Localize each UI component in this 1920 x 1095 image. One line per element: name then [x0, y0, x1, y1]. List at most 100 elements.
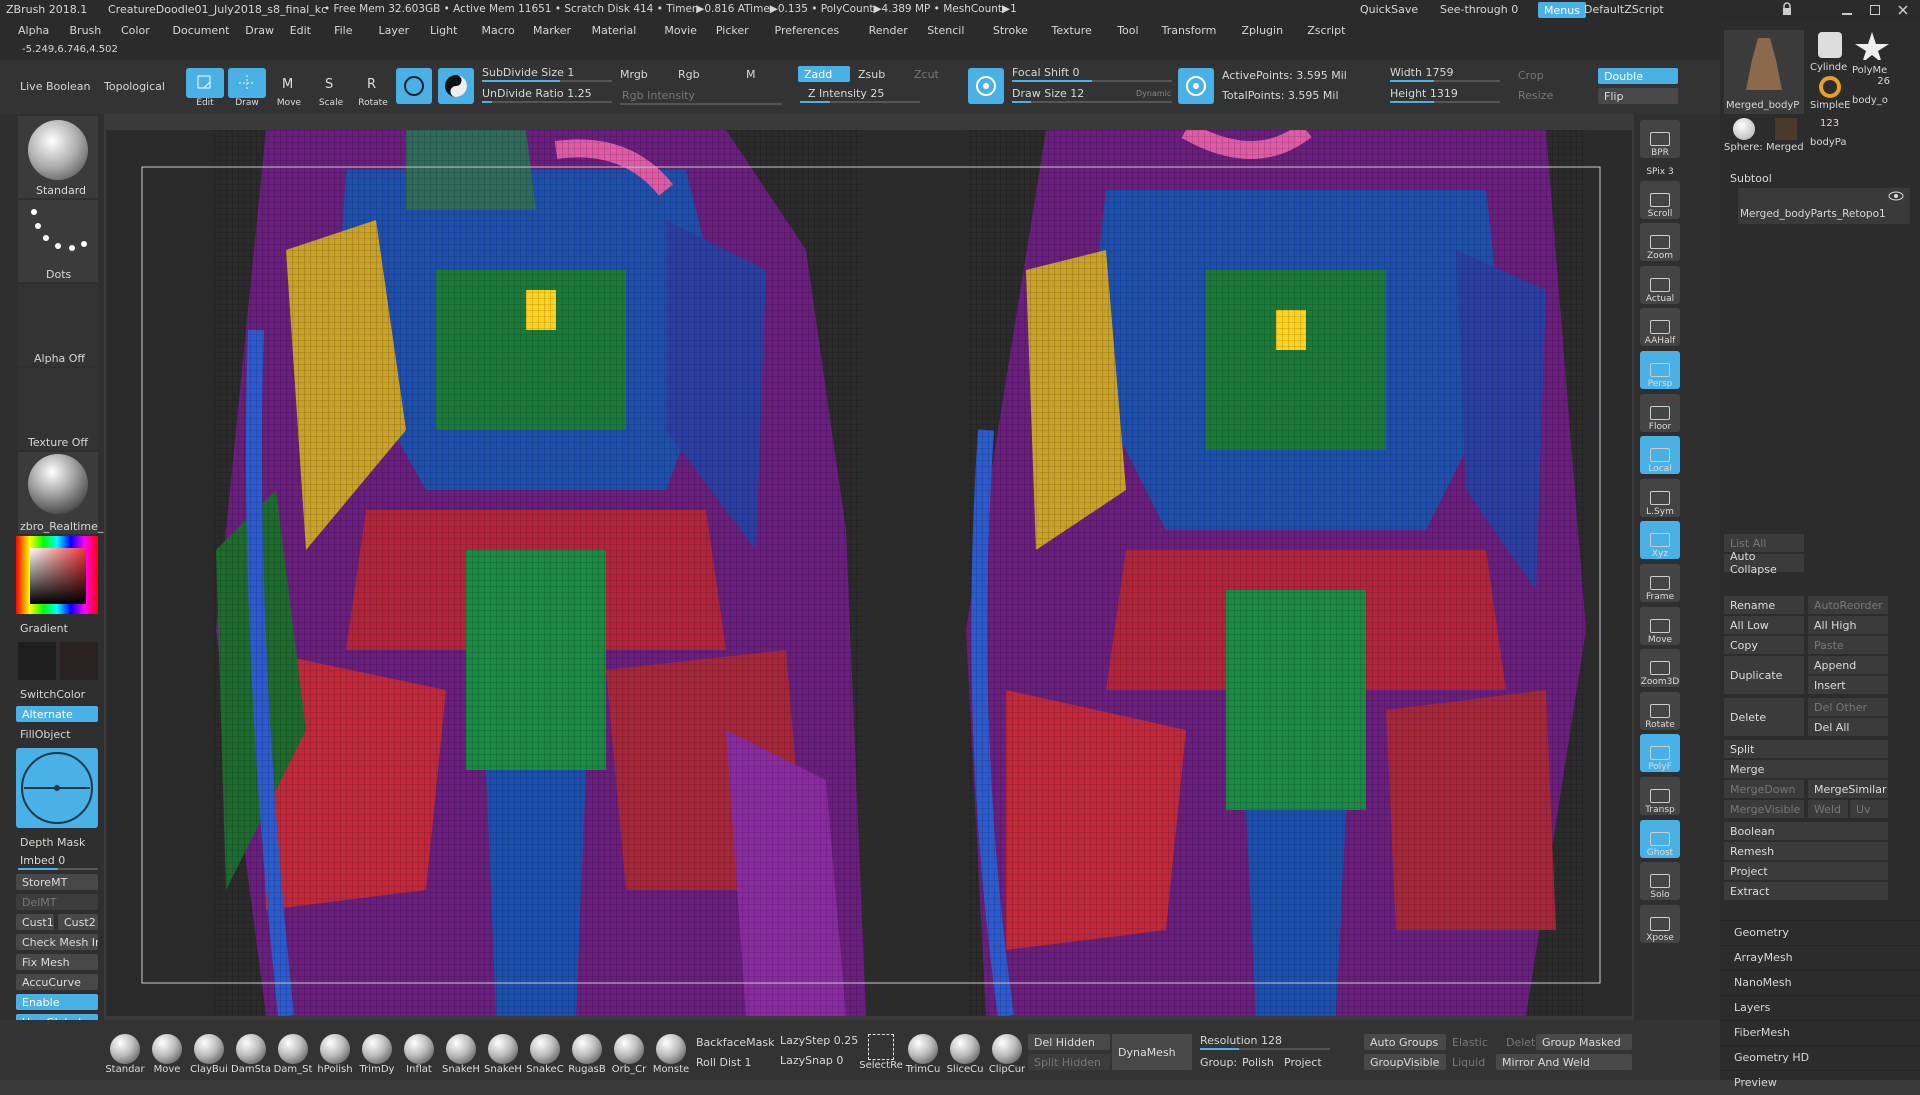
current-tool-thumbnail[interactable]: Merged_bodyP [1724, 30, 1804, 114]
tool-bodyparts[interactable]: 123 bodyPa [1810, 118, 1850, 160]
menu-marker[interactable]: Marker [533, 24, 571, 37]
brush-picker[interactable]: Standard [18, 116, 98, 198]
mergesimilar-button[interactable]: MergeSimilar [1808, 780, 1888, 798]
shelf-actual-button[interactable]: Actual [1640, 265, 1680, 304]
project-button[interactable]: Project [1284, 1056, 1322, 1069]
polish-button[interactable]: Polish [1242, 1056, 1274, 1069]
menu-document[interactable]: Document [173, 24, 230, 37]
section-geometry[interactable]: Geometry [1720, 920, 1920, 945]
lazysnap-slider[interactable]: LazySnap 0 [780, 1054, 843, 1067]
shelf-transp-button[interactable]: Transp [1640, 777, 1680, 815]
focal-shift-slider[interactable]: Focal Shift 0 [1012, 66, 1080, 79]
brush-slot[interactable]: Standar [104, 1034, 146, 1075]
menu-stencil[interactable]: Stencil [927, 24, 964, 37]
menu-macro[interactable]: Macro [482, 24, 515, 37]
section-nanomesh[interactable]: NanoMesh [1720, 970, 1920, 995]
z-intensity-slider[interactable]: Z Intensity 25 [808, 87, 884, 100]
doc-height-slider[interactable]: Height 1319 [1390, 87, 1458, 100]
menu-light[interactable]: Light [430, 24, 457, 37]
draw-size-slider[interactable]: Draw Size 12 [1012, 87, 1084, 100]
brush-slot[interactable]: Monste [650, 1034, 692, 1075]
backface-mask-button[interactable]: BackfaceMask [696, 1036, 774, 1049]
lock-icon[interactable] [1780, 2, 1794, 16]
secondary-color-swatch[interactable] [60, 642, 98, 680]
project-section[interactable]: Project [1724, 862, 1888, 880]
shelf-floor-button[interactable]: Floor [1640, 393, 1680, 432]
shelf-scroll-button[interactable]: Scroll [1640, 180, 1680, 219]
fix-mesh-button[interactable]: Fix Mesh [16, 954, 98, 970]
del-hidden-button[interactable]: Del Hidden [1028, 1034, 1110, 1050]
menu-layer[interactable]: Layer [379, 24, 410, 37]
resize-button[interactable]: Resize [1518, 89, 1553, 102]
del-other-button[interactable]: Del Other [1808, 698, 1888, 716]
brush-slot[interactable]: Inflat [398, 1034, 440, 1075]
shelf-solo-button[interactable]: Solo [1640, 862, 1680, 901]
menu-render[interactable]: Render [869, 24, 908, 37]
merge-button[interactable]: Merge [1724, 760, 1888, 778]
shelf-zoom-button[interactable]: Zoom [1640, 223, 1680, 262]
section-preview[interactable]: Preview [1720, 1070, 1920, 1095]
shelf-polyf-button[interactable]: PolyF [1640, 734, 1680, 773]
switch-color-button[interactable]: SwitchColor [20, 688, 85, 701]
section-geometry-hd[interactable]: Geometry HD [1720, 1045, 1920, 1070]
close-icon[interactable] [1896, 3, 1910, 17]
autoreorder-button[interactable]: AutoReorder [1808, 596, 1888, 614]
section-layers[interactable]: Layers [1720, 995, 1920, 1020]
menu-stroke[interactable]: Stroke [993, 24, 1028, 37]
shelf-move-button[interactable]: Move [1640, 606, 1680, 645]
mergedown-button[interactable]: MergeDown [1724, 780, 1804, 798]
canvas-viewport[interactable] [106, 130, 1632, 1016]
rotate-button[interactable]: R Rotate [354, 68, 392, 108]
rename-button[interactable]: Rename [1724, 596, 1804, 614]
brush-slot[interactable]: Orb_Cr [608, 1034, 650, 1075]
brush-slot[interactable]: ClayBui [188, 1034, 230, 1075]
material-picker[interactable]: zbro_Realtime_ [18, 452, 103, 534]
boolean-section[interactable]: Boolean [1724, 822, 1888, 840]
tool-simplebrush[interactable]: SimpleE [1810, 76, 1850, 116]
sculptris-pro-icon[interactable] [396, 68, 432, 104]
shelf-xpose-button[interactable]: Xpose [1640, 904, 1680, 943]
all-high-button[interactable]: All High [1808, 616, 1888, 634]
zsub-button[interactable]: Zsub [858, 68, 885, 81]
group-masked-button[interactable]: Group Masked [1536, 1034, 1632, 1050]
menu-brush[interactable]: Brush [70, 24, 102, 37]
menu-preferences[interactable]: Preferences [775, 24, 840, 37]
lazy-mouse-icon[interactable] [968, 68, 1004, 104]
cust1-button[interactable]: Cust1 [16, 914, 54, 930]
edit-button[interactable]: Edit [186, 68, 224, 108]
copy-button[interactable]: Copy [1724, 636, 1804, 654]
menu-alpha[interactable]: Alpha [18, 24, 49, 37]
mirror-and-weld-button[interactable]: Mirror And Weld [1496, 1054, 1632, 1070]
alpha-picker[interactable]: Alpha Off [18, 284, 98, 366]
clip-curve-tool[interactable]: ClipCur [986, 1034, 1028, 1075]
tool-polymesh[interactable]: PolyMe [1852, 30, 1892, 76]
scale-button[interactable]: S Scale [312, 68, 350, 108]
brush-slot[interactable]: RugasB [566, 1034, 608, 1075]
del-all-button[interactable]: Del All [1808, 718, 1888, 736]
split-button[interactable]: Split [1724, 740, 1888, 758]
quicksave-button[interactable]: QuickSave [1360, 3, 1418, 16]
crop-button[interactable]: Crop [1518, 69, 1544, 82]
menu-zplugin[interactable]: Zplugin [1242, 24, 1284, 37]
double-button[interactable]: Double [1598, 68, 1678, 84]
liquid-button[interactable]: Liquid [1452, 1056, 1485, 1069]
m-button[interactable]: M [746, 68, 756, 81]
section-arraymesh[interactable]: ArrayMesh [1720, 945, 1920, 970]
color-picker[interactable] [16, 536, 98, 614]
brush-slot[interactable]: hPolish [314, 1034, 356, 1075]
extract-section[interactable]: Extract [1724, 882, 1888, 900]
trim-curve-tool[interactable]: TrimCu [902, 1034, 944, 1075]
enable-button[interactable]: Enable [16, 994, 98, 1010]
zadd-button[interactable]: Zadd [798, 66, 850, 82]
brush-slot[interactable]: SnakeH [482, 1034, 524, 1075]
draw-button[interactable]: Draw [228, 68, 266, 108]
auto-groups-button[interactable]: Auto Groups [1364, 1034, 1446, 1050]
all-low-button[interactable]: All Low [1724, 616, 1804, 634]
menu-edit[interactable]: Edit [290, 24, 311, 37]
gradient-label[interactable]: Gradient [20, 622, 68, 635]
mrgb-button[interactable]: Mrgb [620, 68, 648, 81]
alternate-button[interactable]: Alternate [16, 706, 98, 722]
group-visible-button[interactable]: GroupVisible [1364, 1054, 1446, 1070]
tool-cylinder[interactable]: Cylinde [1810, 30, 1850, 74]
menu-material[interactable]: Material [592, 24, 637, 37]
